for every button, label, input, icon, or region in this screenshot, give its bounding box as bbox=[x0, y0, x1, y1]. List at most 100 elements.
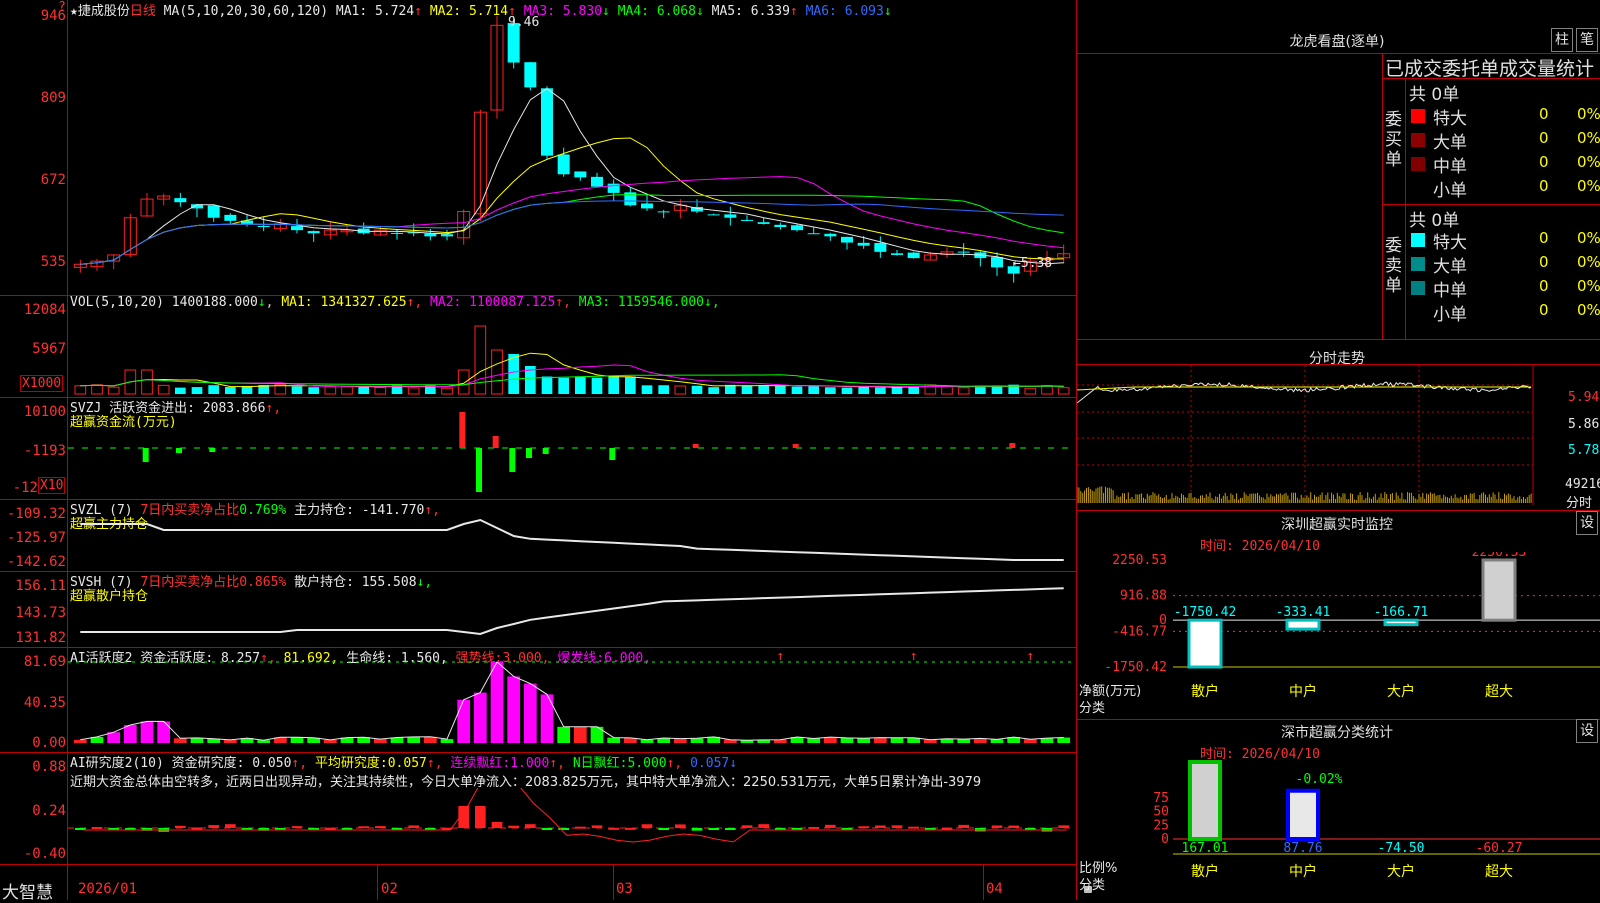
research-bar bbox=[908, 826, 919, 829]
volume-bar bbox=[591, 377, 603, 394]
vol-ma-value-1: MA1: 1341327.625 bbox=[281, 295, 407, 310]
volume-bar bbox=[1024, 387, 1037, 395]
candle-body bbox=[907, 252, 920, 259]
activity-bar bbox=[524, 683, 537, 743]
activity-bar bbox=[1024, 739, 1037, 743]
volume-bar bbox=[641, 385, 653, 394]
candlestick-chart[interactable]: 9.46 ←5.38 bbox=[68, 14, 1076, 294]
bar-mode-button[interactable]: 柱 bbox=[1551, 28, 1573, 52]
research-bar bbox=[808, 826, 819, 829]
order-row[interactable]: 特大 0 0% bbox=[1409, 104, 1600, 129]
research-bar bbox=[541, 828, 553, 830]
monitor-bar bbox=[1285, 618, 1321, 631]
order-row[interactable]: 中单 0 0% bbox=[1409, 152, 1600, 177]
order-row[interactable]: 大单 0 0% bbox=[1409, 252, 1600, 277]
order-row[interactable]: 大单 0 0% bbox=[1409, 128, 1600, 153]
candle-body bbox=[524, 62, 537, 88]
research-bar bbox=[641, 824, 653, 828]
color-swatch bbox=[1411, 181, 1425, 195]
vol-y-label: 12084 bbox=[23, 302, 66, 318]
monitor-x-axis-title: 分类 bbox=[1079, 701, 1106, 716]
svsh-y-label: 143.73 bbox=[15, 605, 66, 621]
activity-bar bbox=[157, 721, 170, 743]
order-row[interactable]: 小单 0 0% bbox=[1409, 300, 1600, 325]
classify-bar bbox=[1286, 788, 1320, 842]
classify-bar bbox=[1188, 760, 1222, 841]
candle-body bbox=[757, 222, 770, 224]
activity-bar bbox=[374, 739, 387, 743]
activity-bar bbox=[540, 694, 554, 743]
kline-chart-panel[interactable]: ★捷成股份日线 MA(5,10,20,30,60,120) MA1: 5.724… bbox=[0, 0, 1092, 903]
research-bar bbox=[725, 828, 736, 830]
research-bar bbox=[941, 827, 953, 830]
vol-unit-badge[interactable]: X1000 bbox=[20, 375, 64, 392]
research-bar bbox=[291, 826, 303, 829]
svzj-unit-badge[interactable]: X10 bbox=[38, 477, 66, 494]
order-row[interactable]: 小单 0 0% bbox=[1409, 176, 1600, 201]
monitor-settings-button[interactable]: 设 bbox=[1576, 511, 1598, 535]
flow-bar bbox=[209, 448, 216, 452]
classify-bar-label: -60.27 bbox=[1476, 841, 1523, 856]
classify-settings-button[interactable]: 设 bbox=[1576, 719, 1598, 743]
activity-bar bbox=[1057, 737, 1070, 743]
volume-bar bbox=[775, 385, 786, 394]
monitor-y-tick: 916.88 bbox=[1120, 589, 1167, 604]
volume-bar bbox=[208, 385, 219, 394]
monitor-bar-label: -333.41 bbox=[1276, 605, 1331, 620]
ma-line bbox=[80, 87, 1064, 265]
volume-bar bbox=[491, 349, 503, 395]
fund-flow-chart[interactable] bbox=[68, 398, 1076, 498]
intraday-chart[interactable] bbox=[1077, 365, 1565, 505]
candle-body bbox=[224, 214, 237, 221]
order-size-label: 特大 bbox=[1433, 109, 1467, 129]
volume-bar bbox=[141, 369, 153, 395]
monitor-bar-label: -166.71 bbox=[1374, 605, 1429, 620]
buy-side-label: 委买单 bbox=[1385, 110, 1402, 170]
retail-holding-chart[interactable] bbox=[68, 572, 1076, 646]
ai-activity-chart[interactable]: ↑ ↑ ↑ bbox=[68, 648, 1076, 751]
ai2-value5: 0.057 bbox=[690, 756, 730, 771]
ai-research-chart[interactable] bbox=[68, 788, 1076, 864]
candle-body bbox=[424, 233, 437, 237]
candle-body bbox=[657, 211, 670, 213]
volume-bar bbox=[241, 385, 253, 394]
flow-bar bbox=[492, 436, 499, 448]
svsh-y-label: 131.82 bbox=[15, 630, 66, 646]
classify-bar-chart[interactable]: 7550250 167.01 散户 87.76 中户 -74.50 大户 -60.27 超大 -0… bbox=[1077, 760, 1600, 900]
volume-ma-line bbox=[80, 364, 1064, 388]
ai1-y-label: 0.00 bbox=[32, 735, 66, 751]
research-bar bbox=[508, 825, 519, 828]
signal-arrow: ↑ bbox=[910, 649, 918, 664]
ai2-y-label: 0.24 bbox=[32, 803, 66, 819]
activity-bar bbox=[807, 738, 820, 743]
monitor-bar-chart[interactable]: 2250.53916.880-416.77-1750.42-1750.42散户-… bbox=[1077, 552, 1600, 722]
volume-chart[interactable] bbox=[68, 310, 1076, 396]
volume-bar bbox=[1057, 387, 1070, 395]
order-count: 0 bbox=[1539, 153, 1549, 171]
volume-bar bbox=[858, 386, 869, 394]
order-row[interactable]: 中单 0 0% bbox=[1409, 276, 1600, 301]
classify-y-tick: 25 bbox=[1153, 818, 1169, 833]
volume-bar bbox=[91, 384, 103, 395]
volume-bar bbox=[407, 387, 420, 395]
candle-body bbox=[891, 253, 903, 255]
activity-bar bbox=[557, 726, 570, 743]
order-row[interactable]: 特大 0 0% bbox=[1409, 228, 1600, 253]
monitor-category-label: 超大 bbox=[1485, 684, 1513, 700]
volume-bar bbox=[341, 386, 353, 395]
activity-bar bbox=[74, 739, 87, 743]
volume-bar bbox=[791, 386, 803, 394]
volume-bar bbox=[658, 385, 669, 394]
candle-body bbox=[641, 203, 653, 209]
main-holding-chart[interactable] bbox=[68, 500, 1076, 570]
candle-body bbox=[441, 234, 453, 237]
ai2-research-value: 0.050 bbox=[252, 756, 292, 771]
tick-mode-button[interactable]: 笔 bbox=[1576, 28, 1598, 52]
volume-bar bbox=[157, 384, 170, 395]
volume-bar bbox=[191, 387, 203, 394]
candle-body bbox=[707, 214, 720, 216]
order-percent: 0% bbox=[1577, 177, 1600, 195]
volume-bar bbox=[625, 376, 636, 394]
volume-bar bbox=[74, 385, 87, 395]
volume-bar bbox=[741, 385, 753, 394]
